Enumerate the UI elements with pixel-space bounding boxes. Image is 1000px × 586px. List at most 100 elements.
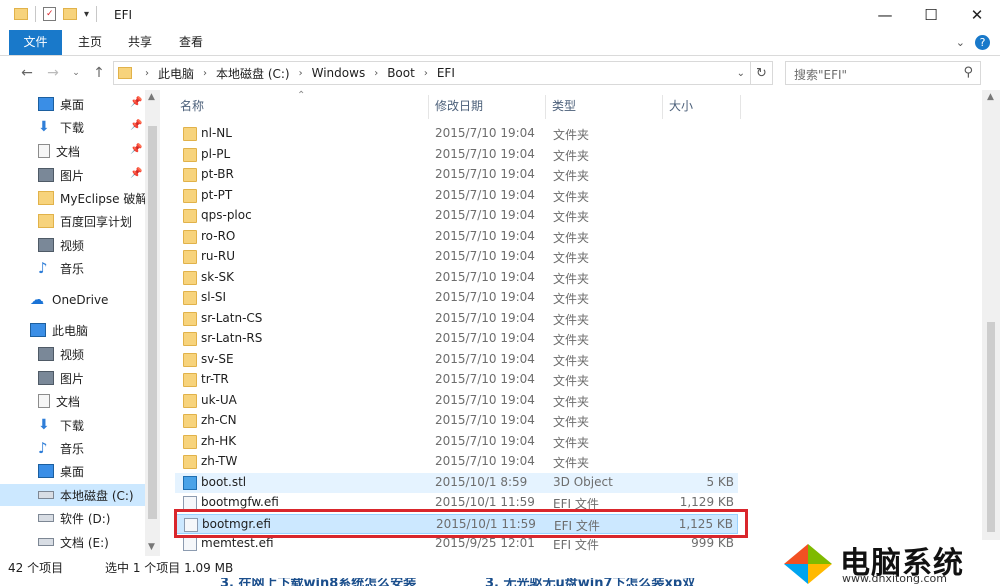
background-link[interactable]: 3. 在网上下载win8系统怎么安装	[220, 578, 416, 586]
nav-item[interactable]: 文档 📌	[0, 140, 145, 162]
folder-icon	[183, 373, 197, 387]
close-button[interactable]: ✕	[954, 0, 1000, 30]
nav-item[interactable]: 图片 📌	[0, 164, 145, 186]
table-row[interactable]: sk-SK 2015/7/10 19:04 文件夹	[175, 268, 738, 288]
file-list-scrollbar[interactable]: ▲	[982, 90, 1000, 556]
tab-share[interactable]: 共享	[120, 30, 160, 55]
tab-home[interactable]: 主页	[70, 30, 110, 55]
table-row[interactable]: zh-TW 2015/7/10 19:04 文件夹	[175, 452, 738, 472]
breadcrumb-windows[interactable]: Windows	[310, 66, 368, 80]
file-list-scrollbar-thumb[interactable]	[987, 322, 995, 532]
table-row[interactable]: sv-SE 2015/7/10 19:04 文件夹	[175, 350, 738, 370]
table-row[interactable]: sr-Latn-CS 2015/7/10 19:04 文件夹	[175, 309, 738, 329]
column-divider[interactable]	[428, 95, 429, 119]
breadcrumb-separator-icon[interactable]: ›	[292, 68, 310, 79]
pin-icon[interactable]: 📌	[130, 168, 142, 179]
nav-item[interactable]: 此电脑	[0, 319, 145, 341]
breadcrumb-efi[interactable]: EFI	[435, 66, 457, 80]
nav-item[interactable]: ♪ 音乐	[0, 437, 145, 459]
table-row[interactable]: tr-TR 2015/7/10 19:04 文件夹	[175, 370, 738, 390]
nav-item-label: 下载	[60, 418, 85, 433]
file-name: sl-SI	[201, 290, 227, 304]
breadcrumb-local-disk[interactable]: 本地磁盘 (C:)	[214, 65, 292, 82]
nav-item[interactable]: ⬇ 下载 📌	[0, 116, 145, 138]
pin-icon[interactable]: 📌	[130, 120, 142, 131]
nav-item[interactable]: 本地磁盘 (C:)	[0, 484, 145, 506]
new-folder-icon[interactable]	[63, 8, 77, 20]
table-row[interactable]: sl-SI 2015/7/10 19:04 文件夹	[175, 288, 738, 308]
nav-item[interactable]: ♪ 音乐	[0, 257, 145, 279]
table-row[interactable]: zh-CN 2015/7/10 19:04 文件夹	[175, 411, 738, 431]
address-bar[interactable]: › 此电脑 › 本地磁盘 (C:) › Windows › Boot › EFI…	[113, 61, 751, 85]
nav-item[interactable]: 软件 (D:)	[0, 507, 145, 529]
breadcrumb-separator-icon[interactable]: ›	[367, 68, 385, 79]
nav-item[interactable]: ⬇ 下载	[0, 414, 145, 436]
background-link[interactable]: 3. 无光驱无u盘win7下怎么装xp双	[485, 578, 695, 586]
file-type: 文件夹	[553, 189, 590, 204]
table-row[interactable]: uk-UA 2015/7/10 19:04 文件夹	[175, 391, 738, 411]
scroll-up-icon[interactable]: ▲	[987, 92, 994, 102]
nav-item[interactable]: 视频	[0, 343, 145, 365]
breadcrumb-boot[interactable]: Boot	[385, 66, 417, 80]
minimize-button[interactable]: —	[862, 0, 908, 30]
refresh-button[interactable]: ↻	[751, 61, 773, 85]
tab-view[interactable]: 查看	[171, 30, 211, 55]
breadcrumb-separator-icon[interactable]: ›	[196, 68, 214, 79]
address-dropdown-icon[interactable]: ⌄	[737, 68, 745, 79]
pin-icon[interactable]: 📌	[130, 144, 142, 155]
column-header-name[interactable]: 名称	[180, 95, 204, 117]
table-row[interactable]: pt-PT 2015/7/10 19:04 文件夹	[175, 186, 738, 206]
scroll-down-icon[interactable]: ▼	[148, 542, 155, 552]
breadcrumb-separator-icon[interactable]: ›	[138, 68, 156, 79]
table-row[interactable]: sr-Latn-RS 2015/7/10 19:04 文件夹	[175, 329, 738, 349]
search-icon[interactable]: ⚲	[963, 65, 973, 80]
file-date: 2015/7/10 19:04	[435, 454, 535, 468]
customize-toolbar-icon[interactable]: ▾	[84, 9, 89, 20]
nav-item[interactable]: 文档 (E:)	[0, 531, 145, 553]
table-row[interactable]: zh-HK 2015/7/10 19:04 文件夹	[175, 432, 738, 452]
up-button[interactable]: ↑	[90, 64, 108, 82]
table-row[interactable]: boot.stl 2015/10/1 8:59 3D Object 5 KB	[175, 472, 738, 493]
search-input[interactable]: 搜索"EFI" ⚲	[785, 61, 981, 85]
table-row[interactable]: nl-NL 2015/7/10 19:04 文件夹	[175, 124, 738, 144]
column-header-type[interactable]: 类型	[552, 95, 576, 117]
nav-scrollbar-thumb[interactable]	[148, 126, 157, 519]
nav-item[interactable]: 图片	[0, 367, 145, 389]
tab-file[interactable]: 文件	[9, 30, 62, 55]
table-row[interactable]: qps-ploc 2015/7/10 19:04 文件夹	[175, 206, 738, 226]
file-name: zh-CN	[201, 413, 237, 427]
nav-item[interactable]: ☁ OneDrive	[0, 289, 145, 311]
table-row[interactable]: pl-PL 2015/7/10 19:04 文件夹	[175, 145, 738, 165]
properties-icon[interactable]: ✓	[43, 7, 56, 21]
folder-icon	[183, 414, 197, 428]
recent-locations-icon[interactable]: ⌄	[67, 64, 85, 82]
folder-icon	[183, 393, 197, 408]
pin-icon[interactable]: 📌	[130, 97, 142, 108]
nav-item-label: 下载	[60, 120, 85, 135]
nav-item[interactable]: MyEclipse 破解	[0, 187, 147, 209]
nav-item[interactable]: 百度回享计划	[0, 210, 145, 232]
back-button[interactable]: ←	[18, 64, 36, 82]
music-icon: ♪	[38, 259, 48, 277]
table-row[interactable]: ru-RU 2015/7/10 19:04 文件夹	[175, 247, 738, 267]
column-divider[interactable]	[662, 95, 663, 119]
maximize-button[interactable]: ☐	[908, 0, 954, 30]
forward-button[interactable]: →	[44, 64, 62, 82]
nav-scrollbar[interactable]: ▲ ▼	[145, 90, 160, 556]
column-header-date[interactable]: 修改日期	[435, 95, 483, 117]
nav-item[interactable]: 桌面 📌	[0, 93, 145, 115]
nav-item[interactable]: 文档	[0, 390, 145, 412]
expand-ribbon-icon[interactable]: ⌄	[956, 36, 965, 49]
nav-item[interactable]: 视频	[0, 234, 145, 256]
column-divider[interactable]	[740, 95, 741, 119]
folder-icon[interactable]	[14, 8, 28, 20]
breadcrumb-this-pc[interactable]: 此电脑	[156, 65, 196, 82]
help-icon[interactable]: ?	[975, 35, 990, 50]
column-divider[interactable]	[545, 95, 546, 119]
table-row[interactable]: ro-RO 2015/7/10 19:04 文件夹	[175, 227, 738, 247]
table-row[interactable]: pt-BR 2015/7/10 19:04 文件夹	[175, 165, 738, 185]
column-header-size[interactable]: 大小	[669, 95, 693, 117]
scroll-up-icon[interactable]: ▲	[148, 92, 155, 102]
breadcrumb-separator-icon[interactable]: ›	[417, 68, 435, 79]
nav-item[interactable]: 桌面	[0, 460, 145, 482]
